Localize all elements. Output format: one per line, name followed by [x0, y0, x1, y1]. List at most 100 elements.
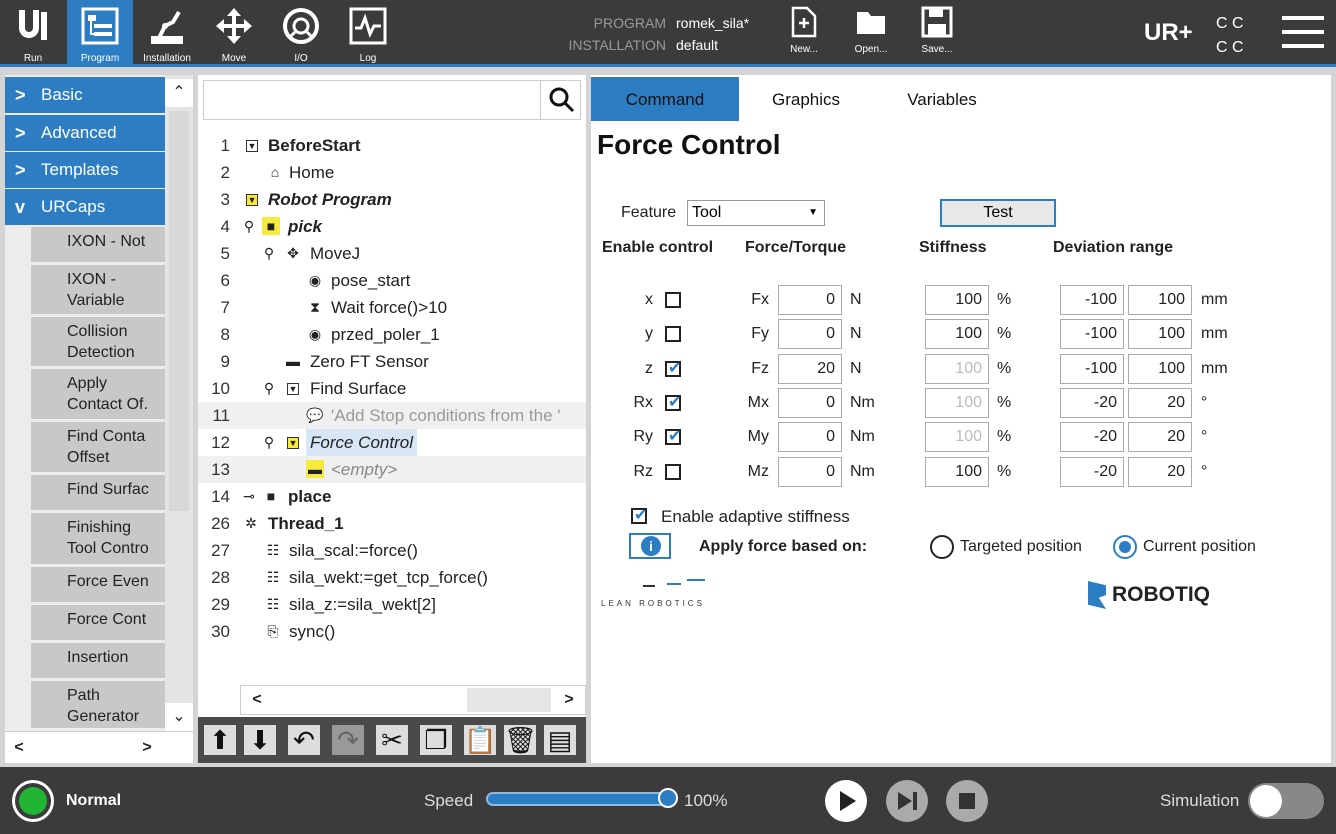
tree-row[interactable]: 3 ▼ Robot Program [198, 186, 586, 213]
force-value-input[interactable]: 0 [778, 285, 842, 315]
speed-slider[interactable] [486, 788, 678, 808]
new-button[interactable]: New... [774, 6, 834, 55]
tree-row[interactable]: 14 ⊸ ■ place [198, 483, 586, 510]
tree-row[interactable]: 10 ⚲ ▼ Find Surface [198, 375, 586, 402]
axis-enable-checkbox[interactable] [665, 464, 681, 480]
step-button[interactable] [886, 780, 928, 822]
tree-row[interactable]: 7 ⧗ Wait force()>10 [198, 294, 586, 321]
current-position-radio[interactable] [1113, 535, 1137, 559]
urcap-insertion[interactable]: Insertion [31, 643, 165, 681]
feature-select[interactable]: Tool ▼ [687, 200, 825, 226]
undo-button[interactable]: ↶ [288, 725, 320, 755]
speed-slider-thumb[interactable] [658, 788, 678, 808]
palette-horizontal-scrollbar[interactable]: < > [5, 731, 193, 763]
nav-move[interactable]: Move [201, 0, 267, 67]
category-templates[interactable]: > Templates [5, 152, 165, 188]
nav-io[interactable]: I/O [268, 0, 334, 67]
hamburger-menu-button[interactable] [1282, 16, 1324, 50]
urcap-ixon-notification[interactable]: IXON - Not [31, 227, 165, 265]
force-value-input[interactable]: 0 [778, 457, 842, 487]
urcap-collision-detection[interactable]: Collision Detection [31, 317, 165, 369]
move-up-button[interactable]: ⬆ [204, 725, 236, 755]
axis-enable-checkbox[interactable] [665, 292, 681, 308]
expanded-triangle-icon[interactable]: ▼ [287, 383, 299, 395]
stiffness-input[interactable]: 100 [925, 457, 989, 487]
play-button[interactable] [825, 780, 867, 822]
scroll-right-button[interactable]: > [555, 686, 583, 714]
stop-button[interactable] [946, 780, 988, 822]
tree-row[interactable]: 27 ☷ sila_scal:=force() [198, 537, 586, 564]
expanded-triangle-icon[interactable]: ▼ [246, 140, 258, 152]
stiffness-input[interactable]: 100 [925, 285, 989, 315]
deviation-max-input[interactable]: 20 [1128, 457, 1192, 487]
tab-variables[interactable]: Variables [873, 77, 1011, 121]
scroll-left-button[interactable]: < [243, 686, 271, 714]
urcap-path-generator[interactable]: Path Generator [31, 681, 165, 731]
force-value-input[interactable]: 0 [778, 319, 842, 349]
category-urcaps[interactable]: v URCaps [5, 189, 165, 225]
urcap-force-control[interactable]: Force Cont [31, 605, 165, 643]
urplus-button[interactable]: UR+ [1144, 16, 1193, 50]
tree-row[interactable]: 8 ◉ przed_poler_1 [198, 321, 586, 348]
nav-program[interactable]: Program [67, 0, 133, 67]
scroll-thumb[interactable] [467, 688, 551, 712]
paste-button[interactable]: 📋 [464, 725, 496, 755]
expanded-triangle-icon[interactable]: ▼ [287, 437, 299, 449]
scroll-right-button[interactable]: > [133, 734, 161, 762]
tree-row[interactable]: 28 ☷ sila_wekt:=get_tcp_force() [198, 564, 586, 591]
scroll-up-button[interactable]: ⌃ [165, 79, 193, 107]
tree-search-input[interactable] [204, 81, 540, 119]
axis-enable-checkbox[interactable] [665, 358, 681, 378]
scroll-down-button[interactable]: ⌄ [165, 703, 193, 731]
deviation-max-input[interactable]: 20 [1128, 388, 1192, 418]
search-button[interactable] [540, 81, 580, 119]
nav-run[interactable]: Run [0, 0, 66, 67]
simulation-toggle[interactable] [1248, 783, 1324, 819]
tree-row[interactable]: 6 ◉ pose_start [198, 267, 586, 294]
axis-enable-checkbox[interactable] [665, 392, 681, 412]
deviation-max-input[interactable]: 100 [1128, 354, 1192, 384]
category-advanced[interactable]: > Advanced [5, 115, 165, 151]
scroll-left-button[interactable]: < [5, 734, 33, 762]
axis-enable-checkbox[interactable] [665, 426, 681, 446]
deviation-min-input[interactable]: -20 [1060, 457, 1124, 487]
stiffness-input[interactable]: 100 [925, 319, 989, 349]
tree-row[interactable]: 4 ⚲ ■ pick [198, 213, 586, 240]
test-button[interactable]: Test [940, 199, 1056, 227]
nav-installation[interactable]: Installation [134, 0, 200, 67]
tab-command[interactable]: Command [591, 77, 739, 121]
urcap-finishing-tool-control[interactable]: Finishing Tool Contro [31, 513, 165, 567]
deviation-min-input[interactable]: -20 [1060, 388, 1124, 418]
tree-horizontal-scrollbar[interactable]: < > [240, 685, 586, 715]
scroll-track[interactable] [169, 111, 189, 511]
axis-enable-checkbox[interactable] [665, 326, 681, 342]
urcap-ixon-variable[interactable]: IXON - Variable [31, 265, 165, 317]
palette-vertical-scrollbar[interactable]: ⌃ ⌄ [165, 75, 193, 731]
cut-button[interactable]: ✂ [376, 725, 408, 755]
targeted-position-radio[interactable] [930, 535, 954, 559]
deviation-min-input[interactable]: -100 [1060, 354, 1124, 384]
info-button[interactable]: i [629, 533, 671, 559]
category-basic[interactable]: > Basic [5, 77, 165, 113]
redo-button[interactable]: ↷ [332, 725, 364, 755]
delete-button[interactable]: 🗑 [504, 725, 537, 755]
tree-row[interactable]: 11 💬 'Add Stop conditions from the ' [198, 402, 586, 429]
tree-row[interactable]: 26 ✲ Thread_1 [198, 510, 586, 537]
nav-log[interactable]: Log [335, 0, 401, 67]
urcap-force-event[interactable]: Force Even [31, 567, 165, 605]
force-value-input[interactable]: 20 [778, 354, 842, 384]
tree-row[interactable]: 30 ⎘ sync() [198, 618, 586, 645]
force-value-input[interactable]: 0 [778, 388, 842, 418]
adaptive-stiffness-checkbox[interactable] [631, 505, 647, 525]
expanded-triangle-icon[interactable]: ▼ [246, 194, 258, 206]
deviation-max-input[interactable]: 100 [1128, 285, 1192, 315]
tree-row[interactable]: 1 ▼ BeforeStart [198, 132, 586, 159]
tree-row[interactable]: 2 ⌂ Home [198, 159, 586, 186]
urcap-apply-contact-offset[interactable]: Apply Contact Of. [31, 369, 165, 422]
force-value-input[interactable]: 0 [778, 422, 842, 452]
suppress-button[interactable]: ▤ [544, 725, 576, 755]
move-down-button[interactable]: ⬇ [244, 725, 276, 755]
open-button[interactable]: Open... [841, 6, 901, 55]
deviation-max-input[interactable]: 20 [1128, 422, 1192, 452]
deviation-max-input[interactable]: 100 [1128, 319, 1192, 349]
